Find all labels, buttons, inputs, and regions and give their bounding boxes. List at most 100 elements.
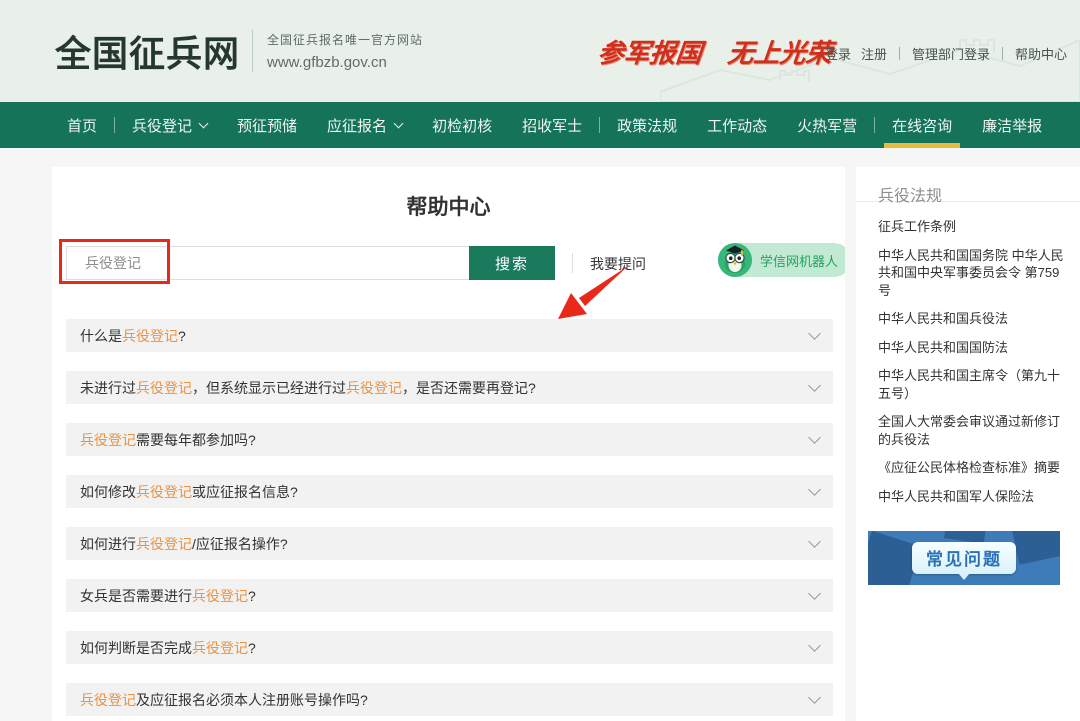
sidebar-link-4[interactable]: 中华人民共和国主席令（第九十五号） <box>878 367 1070 402</box>
site-url: www.gfbzb.gov.cn <box>267 54 423 71</box>
faq-segment: ，但系统显示已经进行过 <box>192 380 346 396</box>
robot-owl-icon <box>718 243 752 277</box>
search-input[interactable] <box>66 246 469 280</box>
faq-segment: 什么是 <box>80 328 122 344</box>
robot-label: 学信网机器人 <box>760 251 838 270</box>
nav-item-label: 招收军士 <box>522 115 582 136</box>
site-logo[interactable]: 全国征兵网 <box>55 25 240 77</box>
sidebar-links: 征兵工作条例中华人民共和国国务院 中华人民共和国中央军事委员会令 第759号中华… <box>856 202 1080 505</box>
nav-item-label: 兵役登记 <box>132 115 192 136</box>
search-row: 搜索 我要提问 学信网机 <box>52 246 845 280</box>
header-link-divider <box>899 47 900 60</box>
logo-divider <box>252 30 253 72</box>
faq-highlight: 兵役登记 <box>136 536 192 552</box>
nav-item-9[interactable]: 在线咨询 <box>877 102 967 148</box>
main-nav: 首页 兵役登记 预征预储应征报名初检初核招收军士政策法规工作动态 火热军营 在线咨询 廉洁… <box>0 102 1080 148</box>
nav-divider <box>114 117 115 133</box>
site-taglines: 全国征兵报名唯一官方网站 www.gfbzb.gov.cn <box>267 31 423 71</box>
sidebar-link-6[interactable]: 《应征公民体格检查标准》摘要 <box>878 459 1070 477</box>
faq-question-text: 兵役登记及应征报名必须本人注册账号操作吗? <box>80 690 810 710</box>
chevron-down-icon[interactable] <box>808 535 821 548</box>
search-divider <box>572 253 573 273</box>
sidebar-heading: 兵役法规 <box>856 167 1080 201</box>
chevron-down-icon[interactable] <box>808 639 821 652</box>
nav-item-label: 首页 <box>67 115 97 136</box>
faq-segment: 或应征报名信息? <box>192 484 298 500</box>
sidebar-link-2[interactable]: 中华人民共和国兵役法 <box>878 310 1070 328</box>
chevron-down-icon <box>394 118 404 128</box>
nav-item-label: 在线咨询 <box>892 115 952 136</box>
faq-segment: ? <box>248 640 256 656</box>
faq-highlight: 兵役登记 <box>136 484 192 500</box>
sidebar-regulations: 兵役法规 征兵工作条例中华人民共和国国务院 中华人民共和国中央军事委员会令 第7… <box>856 167 1080 721</box>
faq-row-3[interactable]: 如何修改兵役登记或应征报名信息? <box>66 475 833 508</box>
sidebar-link-0[interactable]: 征兵工作条例 <box>878 218 1070 236</box>
chevron-down-icon[interactable] <box>808 587 821 600</box>
faq-segment: ? <box>178 328 186 344</box>
nav-item-1[interactable]: 兵役登记 <box>117 102 222 148</box>
faq-highlight: 兵役登记 <box>136 380 192 396</box>
faq-highlight: 兵役登记 <box>192 640 248 656</box>
faq-row-4[interactable]: 如何进行兵役登记/应征报名操作? <box>66 527 833 560</box>
faq-question-text: 如何进行兵役登记/应征报名操作? <box>80 534 810 554</box>
faq-row-0[interactable]: 什么是兵役登记? <box>66 319 833 352</box>
nav-item-10[interactable]: 廉洁举报 <box>967 102 1057 148</box>
common-questions-banner[interactable]: 常见问题 <box>868 531 1060 585</box>
banner-silhouette <box>1010 531 1060 565</box>
nav-item-5[interactable]: 招收军士 <box>507 102 597 148</box>
faq-highlight: 兵役登记 <box>80 692 136 708</box>
header-link-3[interactable]: 帮助中心 <box>1015 44 1067 63</box>
nav-item-label: 预征预储 <box>237 115 297 136</box>
faq-row-6[interactable]: 如何判断是否完成兵役登记? <box>66 631 833 664</box>
site-tagline: 全国征兵报名唯一官方网站 <box>267 31 423 48</box>
ask-question-link[interactable]: 我要提问 <box>590 254 646 274</box>
nav-item-2[interactable]: 预征预储 <box>222 102 312 148</box>
nav-item-0[interactable]: 首页 <box>52 102 112 148</box>
page-title: 帮助中心 <box>52 191 845 215</box>
nav-item-4[interactable]: 初检初核 <box>417 102 507 148</box>
faq-segment: ? <box>248 588 256 604</box>
sidebar-link-7[interactable]: 中华人民共和国军人保险法 <box>878 488 1070 506</box>
header-links: 登录注册 管理部门登录 帮助中心 <box>820 44 1072 63</box>
faq-segment: 如何进行 <box>80 536 136 552</box>
page: 全国征兵网 全国征兵报名唯一官方网站 www.gfbzb.gov.cn 参军报国… <box>0 0 1080 721</box>
faq-segment: 未进行过 <box>80 380 136 396</box>
faq-highlight: 兵役登记 <box>122 328 178 344</box>
nav-item-8[interactable]: 火热军营 <box>782 102 872 148</box>
faq-list: 什么是兵役登记?未进行过兵役登记，但系统显示已经进行过兵役登记，是否还需要再登记… <box>66 319 833 716</box>
site-header: 全国征兵网 全国征兵报名唯一官方网站 www.gfbzb.gov.cn 参军报国… <box>0 0 1080 102</box>
nav-divider <box>874 117 875 133</box>
faq-segment: 需要每年都参加吗? <box>136 432 256 448</box>
nav-item-label: 廉洁举报 <box>982 115 1042 136</box>
chevron-down-icon[interactable] <box>808 691 821 704</box>
faq-highlight: 兵役登记 <box>80 432 136 448</box>
header-link-2[interactable]: 管理部门登录 <box>912 44 990 63</box>
chevron-down-icon[interactable] <box>808 327 821 340</box>
nav-item-3[interactable]: 应征报名 <box>312 102 417 148</box>
sidebar-link-5[interactable]: 全国人大常委会审议通过新修订的兵役法 <box>878 413 1070 448</box>
sidebar-link-1[interactable]: 中华人民共和国国务院 中华人民共和国中央军事委员会令 第759号 <box>878 247 1070 300</box>
header-link-1[interactable]: 注册 <box>861 44 887 63</box>
faq-segment: ，是否还需要再登记? <box>402 380 536 396</box>
header-link-0[interactable]: 登录 <box>825 44 851 63</box>
faq-question-text: 女兵是否需要进行兵役登记? <box>80 586 810 606</box>
nav-divider <box>599 117 600 133</box>
faq-row-7[interactable]: 兵役登记及应征报名必须本人注册账号操作吗? <box>66 683 833 716</box>
faq-question-text: 什么是兵役登记? <box>80 326 810 346</box>
chevron-down-icon[interactable] <box>808 431 821 444</box>
faq-row-5[interactable]: 女兵是否需要进行兵役登记? <box>66 579 833 612</box>
sidebar-link-3[interactable]: 中华人民共和国国防法 <box>878 339 1070 357</box>
nav-item-label: 火热军营 <box>797 115 857 136</box>
faq-row-1[interactable]: 未进行过兵役登记，但系统显示已经进行过兵役登记，是否还需要再登记? <box>66 371 833 404</box>
faq-segment: /应征报名操作? <box>192 536 288 552</box>
body-area: 帮助中心 搜索 我要提问 <box>0 148 1080 721</box>
faq-question-text: 如何修改兵役登记或应征报名信息? <box>80 482 810 502</box>
chevron-down-icon[interactable] <box>808 483 821 496</box>
nav-item-6[interactable]: 政策法规 <box>602 102 692 148</box>
faq-row-2[interactable]: 兵役登记需要每年都参加吗? <box>66 423 833 456</box>
search-button[interactable]: 搜索 <box>469 246 555 280</box>
nav-item-7[interactable]: 工作动态 <box>692 102 782 148</box>
chevron-down-icon[interactable] <box>808 379 821 392</box>
chsi-robot-button[interactable]: 学信网机器人 <box>718 243 845 277</box>
nav-item-label: 工作动态 <box>707 115 767 136</box>
